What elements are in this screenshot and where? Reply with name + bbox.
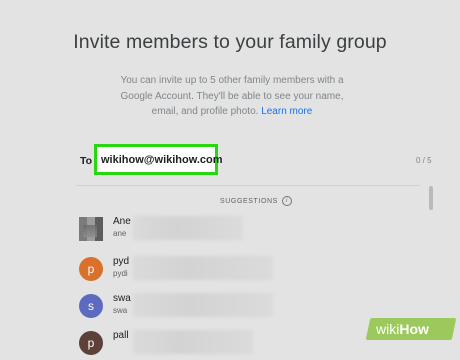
suggestion-name: Ane	[113, 216, 131, 227]
suggestion-name: swa	[113, 293, 131, 304]
page-title: Invite members to your family group	[73, 31, 387, 53]
email-field-value: wikihow@wikihow.com	[101, 153, 223, 166]
suggestions-label: SUGGESTIONS	[220, 197, 278, 205]
info-icon[interactable]: i	[281, 196, 292, 206]
redaction-blur	[133, 256, 273, 280]
suggestion-item[interactable]: p pyd pydi	[77, 254, 417, 286]
learn-more-link[interactable]: Learn more	[261, 106, 312, 117]
avatar: s	[79, 294, 103, 318]
to-label: To	[80, 155, 93, 167]
redaction-blur	[133, 216, 243, 240]
suggestion-item[interactable]: Ane ane	[77, 214, 417, 246]
suggestion-email: ane	[113, 229, 127, 238]
suggestions-header: SUGGESTIONS i	[220, 196, 292, 206]
redaction-blur	[133, 293, 273, 317]
avatar	[79, 217, 103, 241]
scrollbar[interactable]	[429, 186, 433, 210]
suggestion-email: swa	[113, 306, 128, 315]
wikihow-watermark: wikiHow	[376, 321, 429, 337]
suggestion-name: pyd	[113, 256, 130, 267]
page-description: You can invite up to 5 other family memb…	[112, 73, 352, 120]
redaction-blur	[133, 330, 253, 354]
avatar: p	[79, 331, 103, 355]
invite-count: 0 / 5	[416, 156, 432, 165]
suggestion-item[interactable]: s swa swa	[77, 291, 417, 323]
divider	[76, 185, 420, 186]
avatar: p	[79, 257, 103, 281]
suggestion-name: pall	[113, 330, 129, 341]
suggestion-email: pydi	[113, 269, 128, 278]
email-field[interactable]: wikihow@wikihow.com	[94, 144, 223, 175]
